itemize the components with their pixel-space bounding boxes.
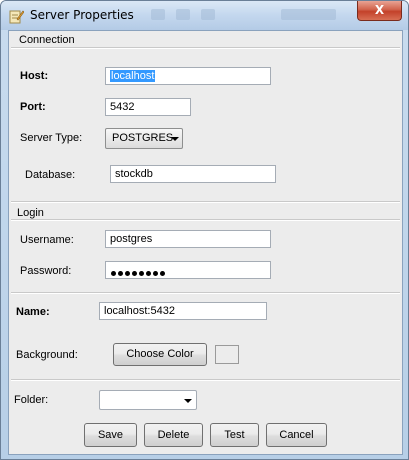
host-input[interactable]: localhost (105, 67, 271, 85)
color-swatch[interactable] (215, 345, 239, 364)
password-input[interactable] (105, 261, 271, 279)
password-dot (153, 271, 158, 276)
ghost-icon (176, 9, 190, 20)
password-dot (139, 271, 144, 276)
dialog-body: Connection Host: localhost Port: 5432 Se… (8, 30, 403, 455)
background-label: Background: (16, 349, 78, 361)
password-dot (160, 271, 165, 276)
title-bar[interactable]: Server Properties X (1, 1, 408, 30)
ghost-icon (201, 9, 215, 20)
server-type-value: POSTGRES (112, 132, 174, 144)
connection-group-label: Connection (19, 34, 75, 46)
server-type-label: Server Type: (20, 132, 83, 144)
ghost-text (281, 9, 336, 20)
pencil-icon (9, 10, 24, 24)
folder-select[interactable] (99, 390, 197, 410)
username-label: Username: (20, 234, 74, 246)
name-input[interactable]: localhost:5432 (99, 302, 267, 320)
divider (11, 202, 400, 203)
login-group-label: Login (17, 207, 44, 219)
host-label: Host: (20, 70, 49, 82)
test-button[interactable]: Test (210, 423, 259, 447)
chevron-down-icon (171, 137, 179, 141)
divider (11, 293, 400, 294)
chevron-down-icon (184, 399, 192, 403)
divider (11, 220, 400, 221)
database-input[interactable]: stockdb (110, 165, 276, 183)
delete-button[interactable]: Delete (144, 423, 203, 447)
password-label: Password: (20, 265, 72, 277)
username-input[interactable]: postgres (105, 230, 271, 248)
database-label: Database: (25, 169, 76, 181)
host-value: localhost (110, 70, 156, 82)
password-dot (132, 271, 137, 276)
port-label: Port: (20, 101, 46, 113)
password-dot (111, 271, 116, 276)
save-button[interactable]: Save (84, 423, 137, 447)
password-dot (125, 271, 130, 276)
cancel-button[interactable]: Cancel (266, 423, 327, 447)
choose-color-button[interactable]: Choose Color (113, 343, 207, 366)
password-dot (146, 271, 151, 276)
folder-label: Folder: (14, 394, 49, 406)
ghost-icon (151, 9, 165, 20)
divider (11, 48, 400, 49)
port-input[interactable]: 5432 (105, 98, 191, 116)
password-dot (118, 271, 123, 276)
server-properties-window: Server Properties X Connection Host: loc… (0, 0, 409, 460)
divider (11, 380, 400, 381)
close-button[interactable]: X (357, 1, 402, 21)
password-mask (111, 267, 167, 278)
name-label: Name: (16, 306, 50, 318)
server-type-select[interactable]: POSTGRES (105, 128, 183, 149)
window-title: Server Properties (30, 8, 134, 22)
